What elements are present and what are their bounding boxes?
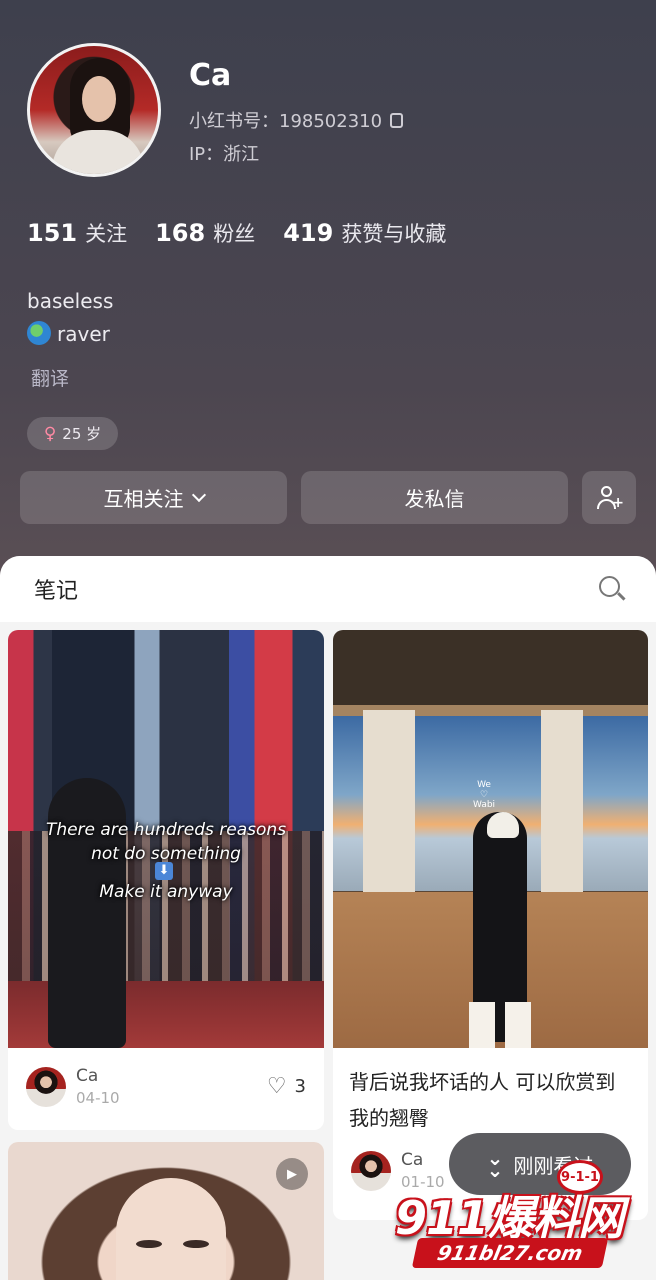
stat-following-label: 关注 bbox=[85, 222, 128, 246]
stat-likes-count: 419 bbox=[283, 219, 334, 247]
search-icon[interactable] bbox=[598, 575, 626, 603]
stat-followers-label: 粉丝 bbox=[213, 222, 256, 246]
note-card-1[interactable]: There are hundreds reasons not do someth… bbox=[8, 630, 324, 1130]
add-friend-button[interactable]: + bbox=[582, 471, 636, 524]
play-icon: ▶ bbox=[276, 1158, 308, 1190]
chevron-down-icon bbox=[191, 487, 206, 502]
female-icon: ♀ bbox=[43, 423, 57, 444]
column-illustration bbox=[541, 710, 583, 900]
stat-likes-label: 获赞与收藏 bbox=[341, 222, 447, 246]
cover-caption-2: not do something bbox=[91, 844, 241, 864]
note-card-3-cover[interactable]: ▶ bbox=[8, 1142, 324, 1280]
note-card-1-meta: Ca 04-10 ♡ 3 bbox=[8, 1066, 324, 1107]
arrow-down-icon: ⬇ bbox=[155, 862, 173, 880]
note-card-2[interactable]: We ♡ Wabi 背后说我坏话的人 可以欣赏到我的翘臀 Ca 01-10 bbox=[333, 630, 648, 1220]
profile-ip-text: IP：浙江 bbox=[189, 144, 260, 165]
eye-illustration bbox=[136, 1240, 162, 1248]
stat-followers[interactable]: 168 粉丝 bbox=[155, 218, 255, 248]
sign-line-1: We bbox=[477, 780, 491, 790]
note-card-2-title: 背后说我坏话的人 可以欣赏到我的翘臀 bbox=[349, 1070, 616, 1130]
like-button[interactable]: ♡ 3 bbox=[267, 1074, 306, 1099]
avatar-shirt bbox=[52, 130, 144, 174]
stat-likes-collects[interactable]: 419 获赞与收藏 bbox=[283, 218, 446, 248]
age-tag-text: 25 岁 bbox=[62, 425, 102, 443]
sign-line-3: Wabi bbox=[473, 800, 496, 810]
bio-line-2: raver bbox=[27, 318, 113, 351]
watermark-url: 911bl27.com bbox=[411, 1238, 609, 1268]
profile-avatar[interactable] bbox=[27, 43, 161, 177]
window-sign: We ♡ Wabi bbox=[473, 780, 495, 810]
globe-icon bbox=[27, 321, 51, 345]
note-card-3[interactable]: ▶ bbox=[8, 1142, 324, 1280]
window-illustration bbox=[583, 716, 648, 891]
send-message-label: 发私信 bbox=[404, 487, 465, 511]
watermark-badge: 9-1-1 bbox=[557, 1160, 603, 1194]
note-card-1-cover[interactable]: There are hundreds reasons not do someth… bbox=[8, 630, 324, 1048]
heart-icon: ♡ bbox=[266, 1074, 287, 1099]
boots-illustration bbox=[469, 1002, 531, 1048]
translate-link[interactable]: 翻译 bbox=[31, 364, 69, 391]
profile-name: Ca bbox=[189, 58, 232, 93]
face-illustration bbox=[116, 1178, 226, 1280]
stat-following-count: 151 bbox=[27, 219, 78, 247]
mutual-follow-label: 互相关注 bbox=[103, 487, 184, 511]
profile-bio: baseless raver bbox=[27, 285, 113, 351]
cover-caption-3: Make it anyway bbox=[99, 882, 233, 902]
profile-ip: IP：浙江 bbox=[189, 140, 259, 166]
person-illustration bbox=[48, 778, 126, 1048]
bio-line-2-text: raver bbox=[57, 322, 110, 346]
beanie-illustration bbox=[487, 812, 519, 838]
profile-stats: 151 关注 168 粉丝 419 获赞与收藏 bbox=[27, 218, 446, 248]
profile-id-text: 小红书号：198502310 bbox=[189, 111, 383, 132]
copy-icon[interactable] bbox=[390, 112, 404, 128]
age-tag: ♀ 25 岁 bbox=[27, 417, 118, 450]
notes-header: 笔记 bbox=[0, 556, 656, 622]
eye-illustration bbox=[183, 1240, 209, 1248]
tab-notes[interactable]: 笔记 bbox=[34, 573, 78, 605]
post-date: 04-10 bbox=[76, 1089, 120, 1107]
like-count: 3 bbox=[294, 1076, 306, 1097]
stat-followers-count: 168 bbox=[155, 219, 206, 247]
stat-following[interactable]: 151 关注 bbox=[27, 218, 127, 248]
person-add-icon: + bbox=[596, 485, 624, 511]
cover-caption-1: There are hundreds reasons bbox=[45, 820, 287, 840]
bio-line-1: baseless bbox=[27, 289, 114, 313]
note-card-2-cover[interactable]: We ♡ Wabi bbox=[333, 630, 648, 1048]
avatar bbox=[26, 1066, 66, 1107]
avatar-face bbox=[82, 76, 116, 122]
watermark-logo: 911爆料网 9-1-1 911bl27.com bbox=[385, 1160, 655, 1275]
column-illustration bbox=[363, 710, 415, 900]
note-card-1-author[interactable]: Ca 04-10 bbox=[26, 1066, 120, 1107]
sign-line-2: ♡ bbox=[479, 790, 489, 800]
send-message-button[interactable]: 发私信 bbox=[301, 471, 568, 524]
profile-id[interactable]: 小红书号：198502310 bbox=[189, 107, 404, 133]
window-illustration bbox=[333, 716, 363, 891]
author-info: Ca 04-10 bbox=[76, 1066, 120, 1107]
mutual-follow-button[interactable]: 互相关注 bbox=[20, 471, 287, 524]
author-name: Ca bbox=[76, 1066, 99, 1086]
profile-header: Ca 小红书号：198502310 IP：浙江 151 关注 168 粉丝 41… bbox=[0, 0, 656, 560]
